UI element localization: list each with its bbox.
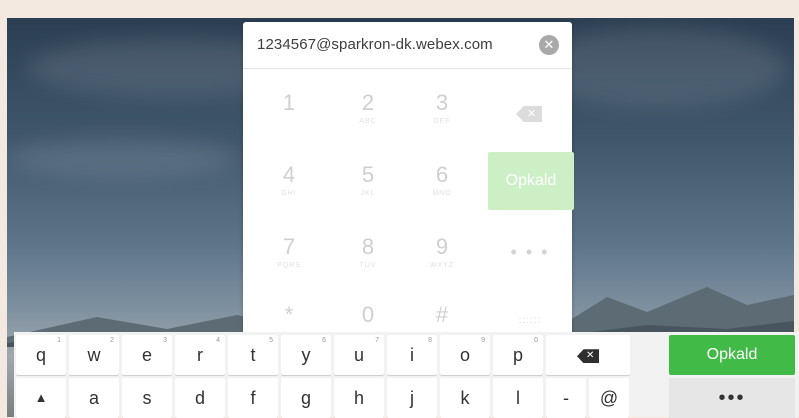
key-number-hint: 4 xyxy=(216,337,220,344)
key-number-hint: 0 xyxy=(534,337,538,344)
key-number-hint: 5 xyxy=(269,337,273,344)
address-field[interactable]: 1234567@sparkron-dk.webex.com ✕ xyxy=(243,22,572,69)
key-label: r xyxy=(197,345,203,365)
key-number-hint: 9 xyxy=(481,337,485,344)
dial-key-7[interactable]: 7 PQRS xyxy=(253,226,325,296)
key-label: q xyxy=(35,345,46,365)
dial-key-digit: 4 xyxy=(282,162,296,187)
key-s[interactable]: s xyxy=(122,378,172,418)
backspace-icon: ✕ xyxy=(516,106,542,122)
dial-key-letters: WXYZ xyxy=(429,262,455,269)
dial-key-letters: GHI xyxy=(281,190,297,197)
dial-key-digit: 6 xyxy=(435,162,449,187)
dial-key-digit: * xyxy=(284,302,294,327)
key-d[interactable]: d xyxy=(175,378,225,418)
key-label: y xyxy=(301,345,311,365)
dialpad-call-button[interactable]: Opkald xyxy=(488,152,574,210)
key-g[interactable]: g xyxy=(281,378,331,418)
key-e[interactable]: e3 xyxy=(122,335,172,375)
key-j[interactable]: j xyxy=(387,378,437,418)
dial-key-digit: 2 xyxy=(361,90,375,115)
dial-key-digit: 1 xyxy=(282,90,296,115)
key-number-hint: 7 xyxy=(375,337,379,344)
backspace-icon: ✕ xyxy=(577,349,599,364)
key-p[interactable]: p0 xyxy=(493,335,543,375)
dial-key-1[interactable]: 1 xyxy=(253,82,325,152)
key-number-hint: 3 xyxy=(163,337,167,344)
dial-key-letters: TUV xyxy=(359,262,377,269)
dial-key-4[interactable]: 4 GHI xyxy=(253,154,325,224)
key-dash[interactable]: - xyxy=(546,378,586,418)
key-y[interactable]: y6 xyxy=(281,335,331,375)
dial-key-digit: 3 xyxy=(435,90,449,115)
dial-key-2[interactable]: 2 ABC xyxy=(332,82,404,152)
key-a[interactable]: a xyxy=(69,378,119,418)
key-f[interactable]: f xyxy=(228,378,278,418)
dial-key-letters: ABC xyxy=(359,118,377,125)
key-l[interactable]: l xyxy=(493,378,543,418)
dial-key-letters: DEF xyxy=(433,118,451,125)
keyboard-call-button[interactable]: Opkald xyxy=(669,335,795,375)
keyboard-backspace-button[interactable]: ✕ xyxy=(546,335,630,375)
key-label: p xyxy=(512,345,523,365)
shift-key[interactable]: ▲ xyxy=(16,378,66,418)
key-w[interactable]: w2 xyxy=(69,335,119,375)
key-number-hint: 8 xyxy=(428,337,432,344)
key-q[interactable]: q1 xyxy=(16,335,66,375)
dial-key-letters: MNO xyxy=(432,190,452,197)
dial-pad-panel: 1234567@sparkron-dk.webex.com ✕ 1 2 ABC … xyxy=(243,22,574,352)
key-label: u xyxy=(353,345,364,365)
dial-key-digit: 0 xyxy=(361,302,375,327)
key-r[interactable]: r4 xyxy=(175,335,225,375)
key-u[interactable]: u7 xyxy=(334,335,384,375)
dialpad-more-button[interactable]: • • • xyxy=(488,222,572,292)
dial-key-8[interactable]: 8 TUV xyxy=(332,226,404,296)
dial-key-digit: 9 xyxy=(435,234,449,259)
key-k[interactable]: k xyxy=(440,378,490,418)
key-h[interactable]: h xyxy=(334,378,384,418)
dial-key-letters: JKL xyxy=(360,190,376,197)
key-label: w xyxy=(87,345,101,365)
dial-key-digit: 5 xyxy=(361,162,375,187)
dial-key-letters xyxy=(253,118,325,126)
dialpad-backspace-button[interactable]: ✕ xyxy=(488,82,572,152)
dial-key-digit: 8 xyxy=(361,234,375,259)
key-label: i xyxy=(410,345,414,365)
key-number-hint: 6 xyxy=(322,337,326,344)
dial-key-letters: PQRS xyxy=(277,262,301,269)
dial-key-6[interactable]: 6 MNO xyxy=(406,154,478,224)
dial-key-9[interactable]: 9 WXYZ xyxy=(406,226,478,296)
dial-key-5[interactable]: 5 JKL xyxy=(332,154,404,224)
on-screen-keyboard: q1 w2 e3 r4 t5 y6 u7 i8 o9 p0 ✕ Opkald ▲… xyxy=(14,332,799,418)
address-input-value[interactable]: 1234567@sparkron-dk.webex.com xyxy=(257,36,493,53)
keyboard-more-button[interactable]: ••• xyxy=(669,378,795,418)
clear-address-icon[interactable]: ✕ xyxy=(539,35,559,55)
key-label: o xyxy=(459,345,470,365)
key-label: e xyxy=(141,345,152,365)
dial-key-digit: # xyxy=(435,302,449,327)
key-t[interactable]: t5 xyxy=(228,335,278,375)
dial-key-3[interactable]: 3 DEF xyxy=(406,82,478,152)
dial-key-digit: 7 xyxy=(282,234,296,259)
key-at[interactable]: @ xyxy=(589,378,629,418)
key-number-hint: 2 xyxy=(110,337,114,344)
key-label: t xyxy=(250,345,256,365)
key-i[interactable]: i8 xyxy=(387,335,437,375)
key-o[interactable]: o9 xyxy=(440,335,490,375)
key-number-hint: 1 xyxy=(57,337,61,344)
